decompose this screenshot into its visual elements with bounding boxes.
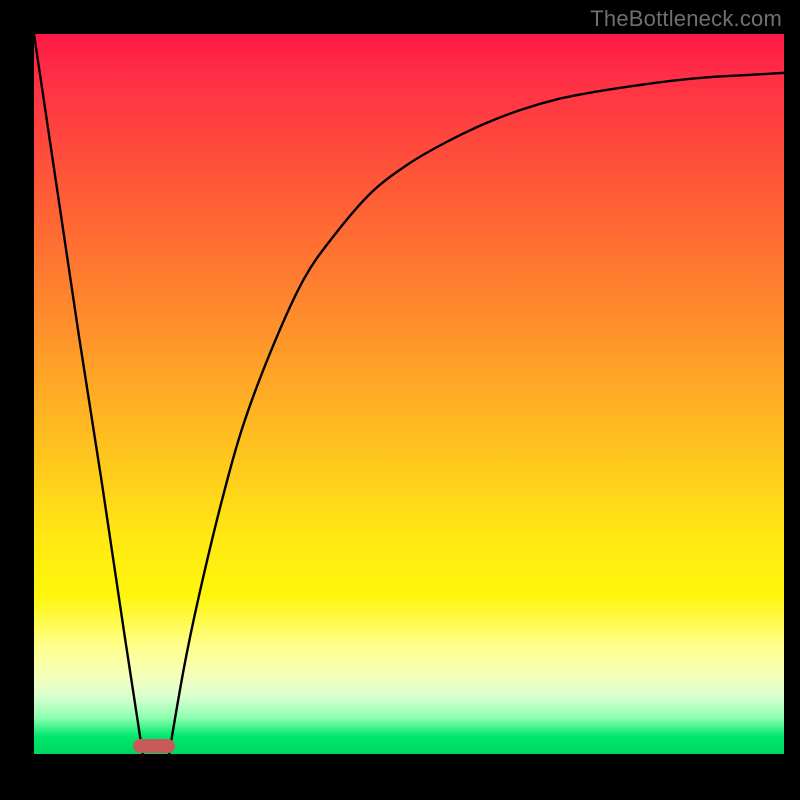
curve-layer [34,34,784,754]
curve-saturating-right [169,73,784,754]
chart-frame: TheBottleneck.com [0,0,800,800]
watermark-text: TheBottleneck.com [590,6,782,32]
curve-descending-left [34,34,143,754]
optimum-marker [133,739,175,753]
plot-area [34,34,784,754]
